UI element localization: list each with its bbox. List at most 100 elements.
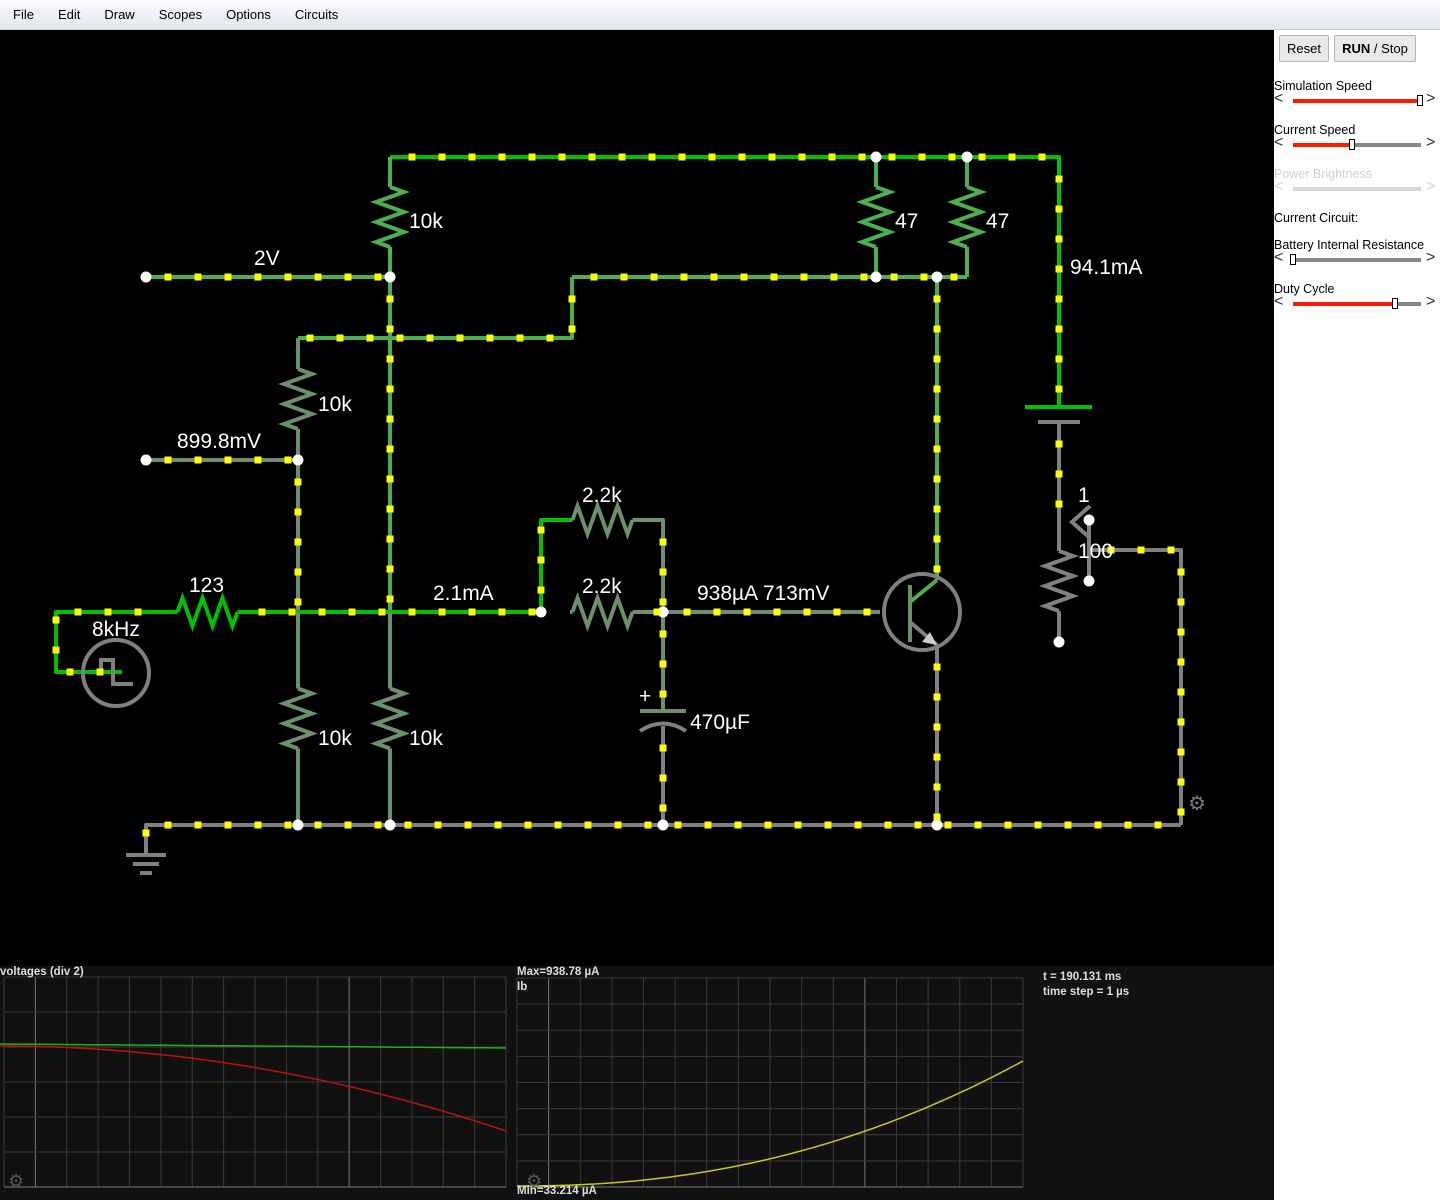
reset-button[interactable]: Reset xyxy=(1279,35,1329,62)
chevron-left-icon[interactable]: < xyxy=(1274,135,1283,151)
slider-thumb[interactable] xyxy=(1392,298,1398,309)
chevron-right-icon[interactable]: > xyxy=(1426,250,1435,266)
chevron-left-icon[interactable]: < xyxy=(1274,91,1283,107)
current-dot xyxy=(375,274,382,281)
slider-thumb[interactable] xyxy=(1417,95,1423,106)
current-dot xyxy=(457,335,464,342)
current-dot xyxy=(1178,629,1185,636)
menu-circuits[interactable]: Circuits xyxy=(284,7,349,22)
current-dot xyxy=(387,296,394,303)
menu-options[interactable]: Options xyxy=(215,7,282,22)
scope1-settings-gear-icon[interactable]: ⚙ xyxy=(8,1171,24,1192)
junction-node xyxy=(962,152,973,163)
current-dot xyxy=(979,154,986,161)
current-dot xyxy=(559,154,566,161)
slider-thumb[interactable] xyxy=(1290,254,1296,265)
label-r-bottom-right: 10k xyxy=(409,727,443,750)
menu-scopes[interactable]: Scopes xyxy=(148,7,213,22)
current-dot xyxy=(387,386,394,393)
current-dot xyxy=(585,822,592,829)
current-dot xyxy=(349,609,356,616)
transistor-collector xyxy=(910,580,937,602)
current-dot xyxy=(829,154,836,161)
current-dot xyxy=(255,822,262,829)
label-r-2-2k-bottom: 2.2k xyxy=(582,575,622,598)
current-dot xyxy=(801,274,808,281)
time-step-label: time step = 1 µs xyxy=(1043,986,1129,998)
current-dot xyxy=(143,830,150,837)
label-input-899mv: 899.8mV xyxy=(177,430,261,453)
scope-graphics[interactable] xyxy=(0,966,1274,1200)
junction-node xyxy=(536,607,547,618)
slider-track[interactable] xyxy=(1293,302,1421,306)
current-dot xyxy=(487,335,494,342)
slider-thumb[interactable] xyxy=(1349,139,1355,150)
current-dot xyxy=(295,539,302,546)
current-dot xyxy=(681,274,688,281)
menu-edit[interactable]: Edit xyxy=(47,7,91,22)
current-dot xyxy=(934,416,941,423)
current-dot xyxy=(705,822,712,829)
current-dot xyxy=(934,506,941,513)
current-dot xyxy=(889,154,896,161)
menu-file[interactable]: File xyxy=(2,7,45,22)
current-dot xyxy=(1178,749,1185,756)
current-dot xyxy=(295,479,302,486)
run-stop-button[interactable]: RUN / Stop xyxy=(1334,35,1416,62)
current-dot xyxy=(387,476,394,483)
current-dot xyxy=(295,569,302,576)
current-dot xyxy=(619,154,626,161)
battery-internal-resistance-slider[interactable]: < > xyxy=(1274,252,1440,268)
current-dot xyxy=(53,647,60,654)
sidebar: Reset RUN / Stop Simulation Speed < > Cu… xyxy=(1274,30,1440,1200)
chevron-right-icon[interactable]: > xyxy=(1426,91,1435,107)
current-dot xyxy=(387,416,394,423)
current-dot xyxy=(589,154,596,161)
label-pot-value: 100 xyxy=(1078,540,1113,563)
chevron-right-icon[interactable]: > xyxy=(1426,135,1435,151)
slider-track xyxy=(1293,187,1421,191)
slider-track[interactable] xyxy=(1293,143,1421,147)
simulation-speed-slider[interactable]: < > xyxy=(1274,93,1440,109)
junction-node xyxy=(293,820,304,831)
chevron-left-icon[interactable]: < xyxy=(1274,250,1283,266)
scope2-settings-gear-icon[interactable]: ⚙ xyxy=(526,1171,542,1192)
label-r-47-a: 47 xyxy=(895,210,918,233)
resistor-47-b xyxy=(953,187,981,247)
current-dot xyxy=(945,822,952,829)
menu-draw[interactable]: Draw xyxy=(93,7,145,22)
current-circuit-label: Current Circuit: xyxy=(1274,211,1358,225)
current-dot xyxy=(469,154,476,161)
current-dot xyxy=(285,822,292,829)
chevron-right-icon[interactable]: > xyxy=(1426,294,1435,310)
circuit-settings-gear-icon[interactable]: ⚙ xyxy=(1188,794,1206,814)
label-r-47-b: 47 xyxy=(986,210,1009,233)
current-dot xyxy=(105,609,112,616)
current-dot xyxy=(555,822,562,829)
current-dot xyxy=(259,609,266,616)
current-dot xyxy=(1125,822,1132,829)
current-dot xyxy=(934,326,941,333)
slider-track[interactable] xyxy=(1293,99,1421,103)
current-speed-slider[interactable]: < > xyxy=(1274,137,1440,153)
resistor-2-2k-top xyxy=(573,506,633,534)
current-dot xyxy=(1056,206,1063,213)
current-dot xyxy=(135,609,142,616)
slider-fill xyxy=(1293,143,1352,147)
current-dot xyxy=(1138,547,1145,554)
current-dot xyxy=(225,822,232,829)
slider-track[interactable] xyxy=(1293,258,1421,262)
current-dot xyxy=(1035,822,1042,829)
current-dot xyxy=(934,536,941,543)
chevron-left-icon: < xyxy=(1274,179,1283,195)
circuit-diagram[interactable]: 10k 47 47 94.1mA 2V 10k 899.8mV 123 8kHz… xyxy=(0,30,1274,966)
scope1-red-trace xyxy=(0,1046,506,1131)
current-dot xyxy=(53,617,60,624)
current-dot xyxy=(919,154,926,161)
current-dot xyxy=(285,274,292,281)
chevron-left-icon[interactable]: < xyxy=(1274,294,1283,310)
current-dot xyxy=(934,386,941,393)
duty-cycle-slider[interactable]: < > xyxy=(1274,296,1440,312)
potentiometer xyxy=(1045,551,1073,611)
current-dot xyxy=(538,557,545,564)
